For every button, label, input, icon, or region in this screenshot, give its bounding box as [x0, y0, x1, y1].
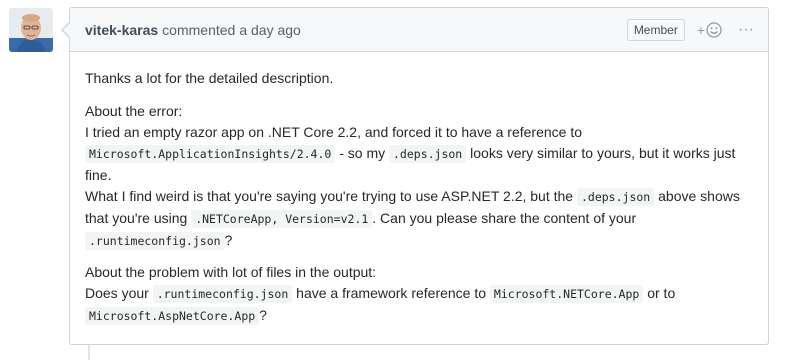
body-paragraph-3: About the problem with lot of files in t… [85, 262, 753, 327]
comment-caret-inner [63, 23, 70, 37]
comment-header: vitek-karas commented a day ago Member +… [70, 8, 768, 52]
p2-text-5: ? [224, 232, 233, 248]
p2-line-1: About the error: [85, 103, 183, 119]
comment-timestamp[interactable]: a day ago [239, 22, 301, 38]
p2-text-1: - so my [335, 145, 389, 161]
timeline-line [88, 344, 90, 360]
comment-box: vitek-karas commented a day ago Member +… [61, 7, 769, 345]
p3-text-2: have a framework reference to [292, 285, 490, 301]
body-paragraph-2: About the error: I tried an empty razor … [85, 101, 753, 252]
plus-icon: + [696, 22, 706, 38]
code-deps-json-2: .deps.json [576, 188, 655, 206]
smiley-icon [706, 22, 722, 38]
code-aspnetcore-app: Microsoft.AspNetCore.App [85, 307, 260, 325]
code-runtimeconfig-1: .runtimeconfig.json [85, 232, 225, 250]
p3-text-3: or to [643, 285, 676, 301]
p3-text-4: ? [259, 307, 267, 323]
p2-line-3: What I find weird is that you're saying … [85, 188, 577, 204]
comment-body: Thanks a lot for the detailed descriptio… [70, 52, 768, 327]
avatar-image [9, 8, 53, 52]
code-insights-package: Microsoft.ApplicationInsights/2.4.0 [85, 145, 336, 163]
member-badge: Member [626, 19, 685, 41]
code-runtimeconfig-2: .runtimeconfig.json [152, 285, 293, 303]
more-options-button[interactable]: ··· [738, 22, 754, 38]
code-netcore-app: Microsoft.NETCore.App [489, 285, 644, 303]
body-paragraph-1: Thanks a lot for the detailed descriptio… [85, 70, 334, 86]
code-deps-json-1: .deps.json [389, 145, 467, 163]
p3-text-1: Does your [85, 285, 153, 301]
avatar[interactable] [9, 8, 53, 52]
p2-text-4: . Can you please share the content of yo… [372, 210, 637, 226]
comment-header-actions: Member + ··· [626, 16, 754, 44]
code-netcoreapp-version: .NETCoreApp, Version=v2.1 [191, 210, 373, 228]
add-reaction-button[interactable]: + [697, 22, 722, 38]
comment-action: commented [162, 21, 236, 38]
p3-line-1: About the problem with lot of files in t… [85, 264, 377, 280]
p2-line-2: I tried an empty razor app on .NET Core … [85, 124, 583, 140]
author-link[interactable]: vitek-karas [85, 22, 158, 38]
